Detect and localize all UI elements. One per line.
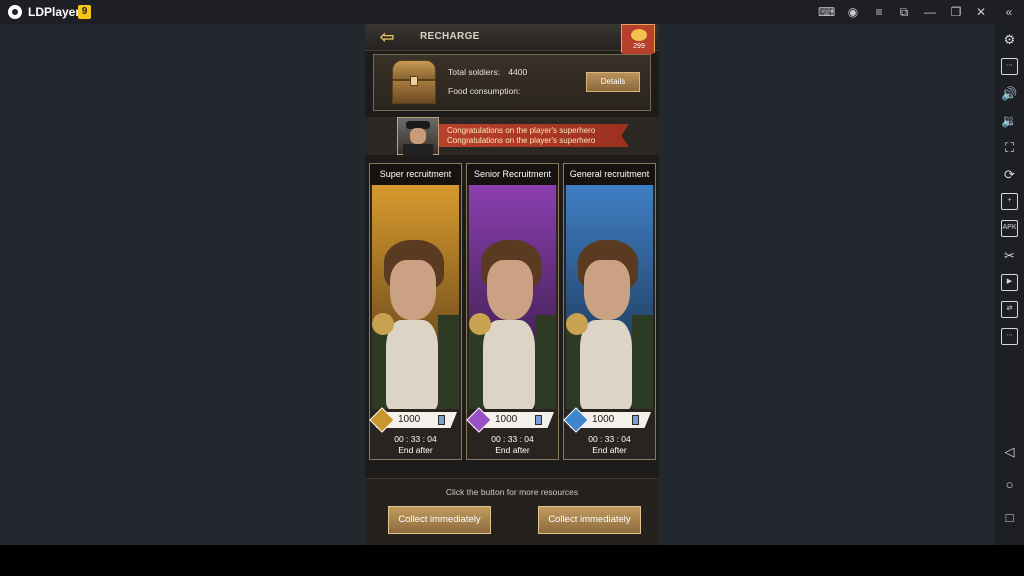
congrats-line-1: Congratulations on the player's superher…	[447, 126, 596, 135]
screen-icon[interactable]: ⧉	[896, 4, 912, 20]
player-avatar	[397, 117, 439, 156]
card-icon	[438, 415, 445, 425]
countdown-timer: 00 : 33 : 04	[394, 434, 437, 444]
total-soldiers-label: Total soldiers:	[448, 67, 500, 77]
congrats-line-2: Congratulations on the player's superher…	[447, 136, 596, 145]
home-nav-icon[interactable]: ○	[1001, 476, 1018, 493]
card-title: Super recruitment	[370, 164, 461, 185]
header-bar: ⇦ RECHARGE 299	[365, 24, 659, 62]
cost-value: 1000	[495, 414, 518, 425]
card-icon	[535, 415, 542, 425]
countdown-timer: 00 : 33 : 04	[491, 434, 534, 444]
countdown-timer: 00 : 33 : 04	[588, 434, 631, 444]
screenshot-icon[interactable]: ⛶	[1001, 139, 1018, 156]
hero-portrait	[372, 185, 459, 409]
end-after-label: End after	[495, 445, 530, 455]
volume-up-icon[interactable]: 🔊	[1001, 85, 1018, 102]
version-badge: 9	[78, 5, 91, 19]
food-consumption-label: Food consumption:	[448, 86, 521, 96]
add-app-icon[interactable]: +	[1001, 193, 1018, 210]
hero-portrait	[469, 185, 556, 409]
end-after-label: End after	[398, 445, 433, 455]
keyboard-icon[interactable]: ⋯	[1001, 58, 1018, 75]
resources-hint: Click the button for more resources	[445, 487, 579, 497]
end-after-label: End after	[592, 445, 627, 455]
gamepad-icon[interactable]: ⌨	[818, 4, 835, 20]
minimize-icon[interactable]: —	[922, 4, 938, 20]
collect-immediately-button-right[interactable]: Collect immediately	[538, 506, 641, 534]
congrats-ribbon: Congratulations on the player's superher…	[439, 124, 629, 147]
announcement-banner: Congratulations on the player's superher…	[365, 117, 659, 156]
details-button[interactable]: Details	[586, 72, 640, 92]
sync-icon[interactable]: ⇄	[1001, 301, 1018, 318]
page-title: RECHARGE	[420, 31, 480, 42]
cost-value: 1000	[592, 414, 615, 425]
total-soldiers-row: Total soldiers: 4400	[448, 67, 527, 77]
card-icon	[632, 415, 639, 425]
recruit-token-icon	[563, 407, 589, 433]
menu-icon[interactable]: ≡	[871, 4, 887, 20]
card-title: General recruitment	[564, 164, 655, 185]
game-screen: ⇦ RECHARGE 299 Total soldiers: 4400 Food…	[365, 24, 659, 545]
recruitment-card[interactable]: Super recruitment 1000 00 : 33 : 04 End aft…	[369, 163, 462, 460]
app-title: LDPlayer	[28, 5, 81, 19]
recruitment-card[interactable]: General recruitment 1000 00 : 33 : 04 End a…	[563, 163, 656, 460]
recents-nav-icon[interactable]: □	[1001, 509, 1018, 526]
card-title: Senior Recruitment	[467, 164, 558, 185]
arrow-left-icon[interactable]: ⇦	[375, 28, 399, 47]
coins-icon	[631, 29, 647, 41]
emulator-titlebar: LDPlayer 9 ⌨ ◉ ≡ ⧉ — ❐ ✕ «	[0, 0, 1024, 24]
total-soldiers-value: 4400	[508, 67, 528, 77]
scissors-icon[interactable]: ✂	[1001, 247, 1018, 264]
collapse-icon[interactable]: «	[1001, 4, 1017, 20]
collect-immediately-button-left[interactable]: Collect immediately	[388, 506, 491, 534]
back-nav-icon[interactable]: ◁	[1001, 443, 1018, 460]
apk-icon[interactable]: APK	[1001, 220, 1018, 237]
close-icon[interactable]: ✕	[973, 4, 989, 20]
account-icon[interactable]: ◉	[845, 4, 861, 20]
hero-portrait	[566, 185, 653, 409]
vip-value: 299	[633, 43, 645, 50]
footer-panel: Click the button for more resources Coll…	[365, 478, 659, 545]
treasure-chest-icon	[390, 60, 438, 106]
soldier-info-panel: Total soldiers: 4400 Food consumption: D…	[373, 54, 651, 111]
volume-down-icon[interactable]: 🔉	[1001, 112, 1018, 129]
emulator-sidebar: ⚙ ⋯ 🔊 🔉 ⛶ ⟳ + APK ✂ ▶ ⇄ ⋯ ◁ ○ □	[995, 24, 1024, 545]
ldplayer-logo-icon	[8, 5, 22, 19]
rotate-icon[interactable]: ⟳	[1001, 166, 1018, 183]
video-icon[interactable]: ▶	[1001, 274, 1018, 291]
restore-icon[interactable]: ❐	[948, 4, 964, 20]
bottom-strip	[0, 545, 1024, 576]
recruit-token-icon	[369, 407, 395, 433]
recruit-token-icon	[466, 407, 492, 433]
cost-value: 1000	[398, 414, 421, 425]
more-icon[interactable]: ⋯	[1001, 328, 1018, 345]
settings-icon[interactable]: ⚙	[1001, 31, 1018, 48]
recruitment-card[interactable]: Senior Recruitment 1000 00 : 33 : 04 End af…	[466, 163, 559, 460]
